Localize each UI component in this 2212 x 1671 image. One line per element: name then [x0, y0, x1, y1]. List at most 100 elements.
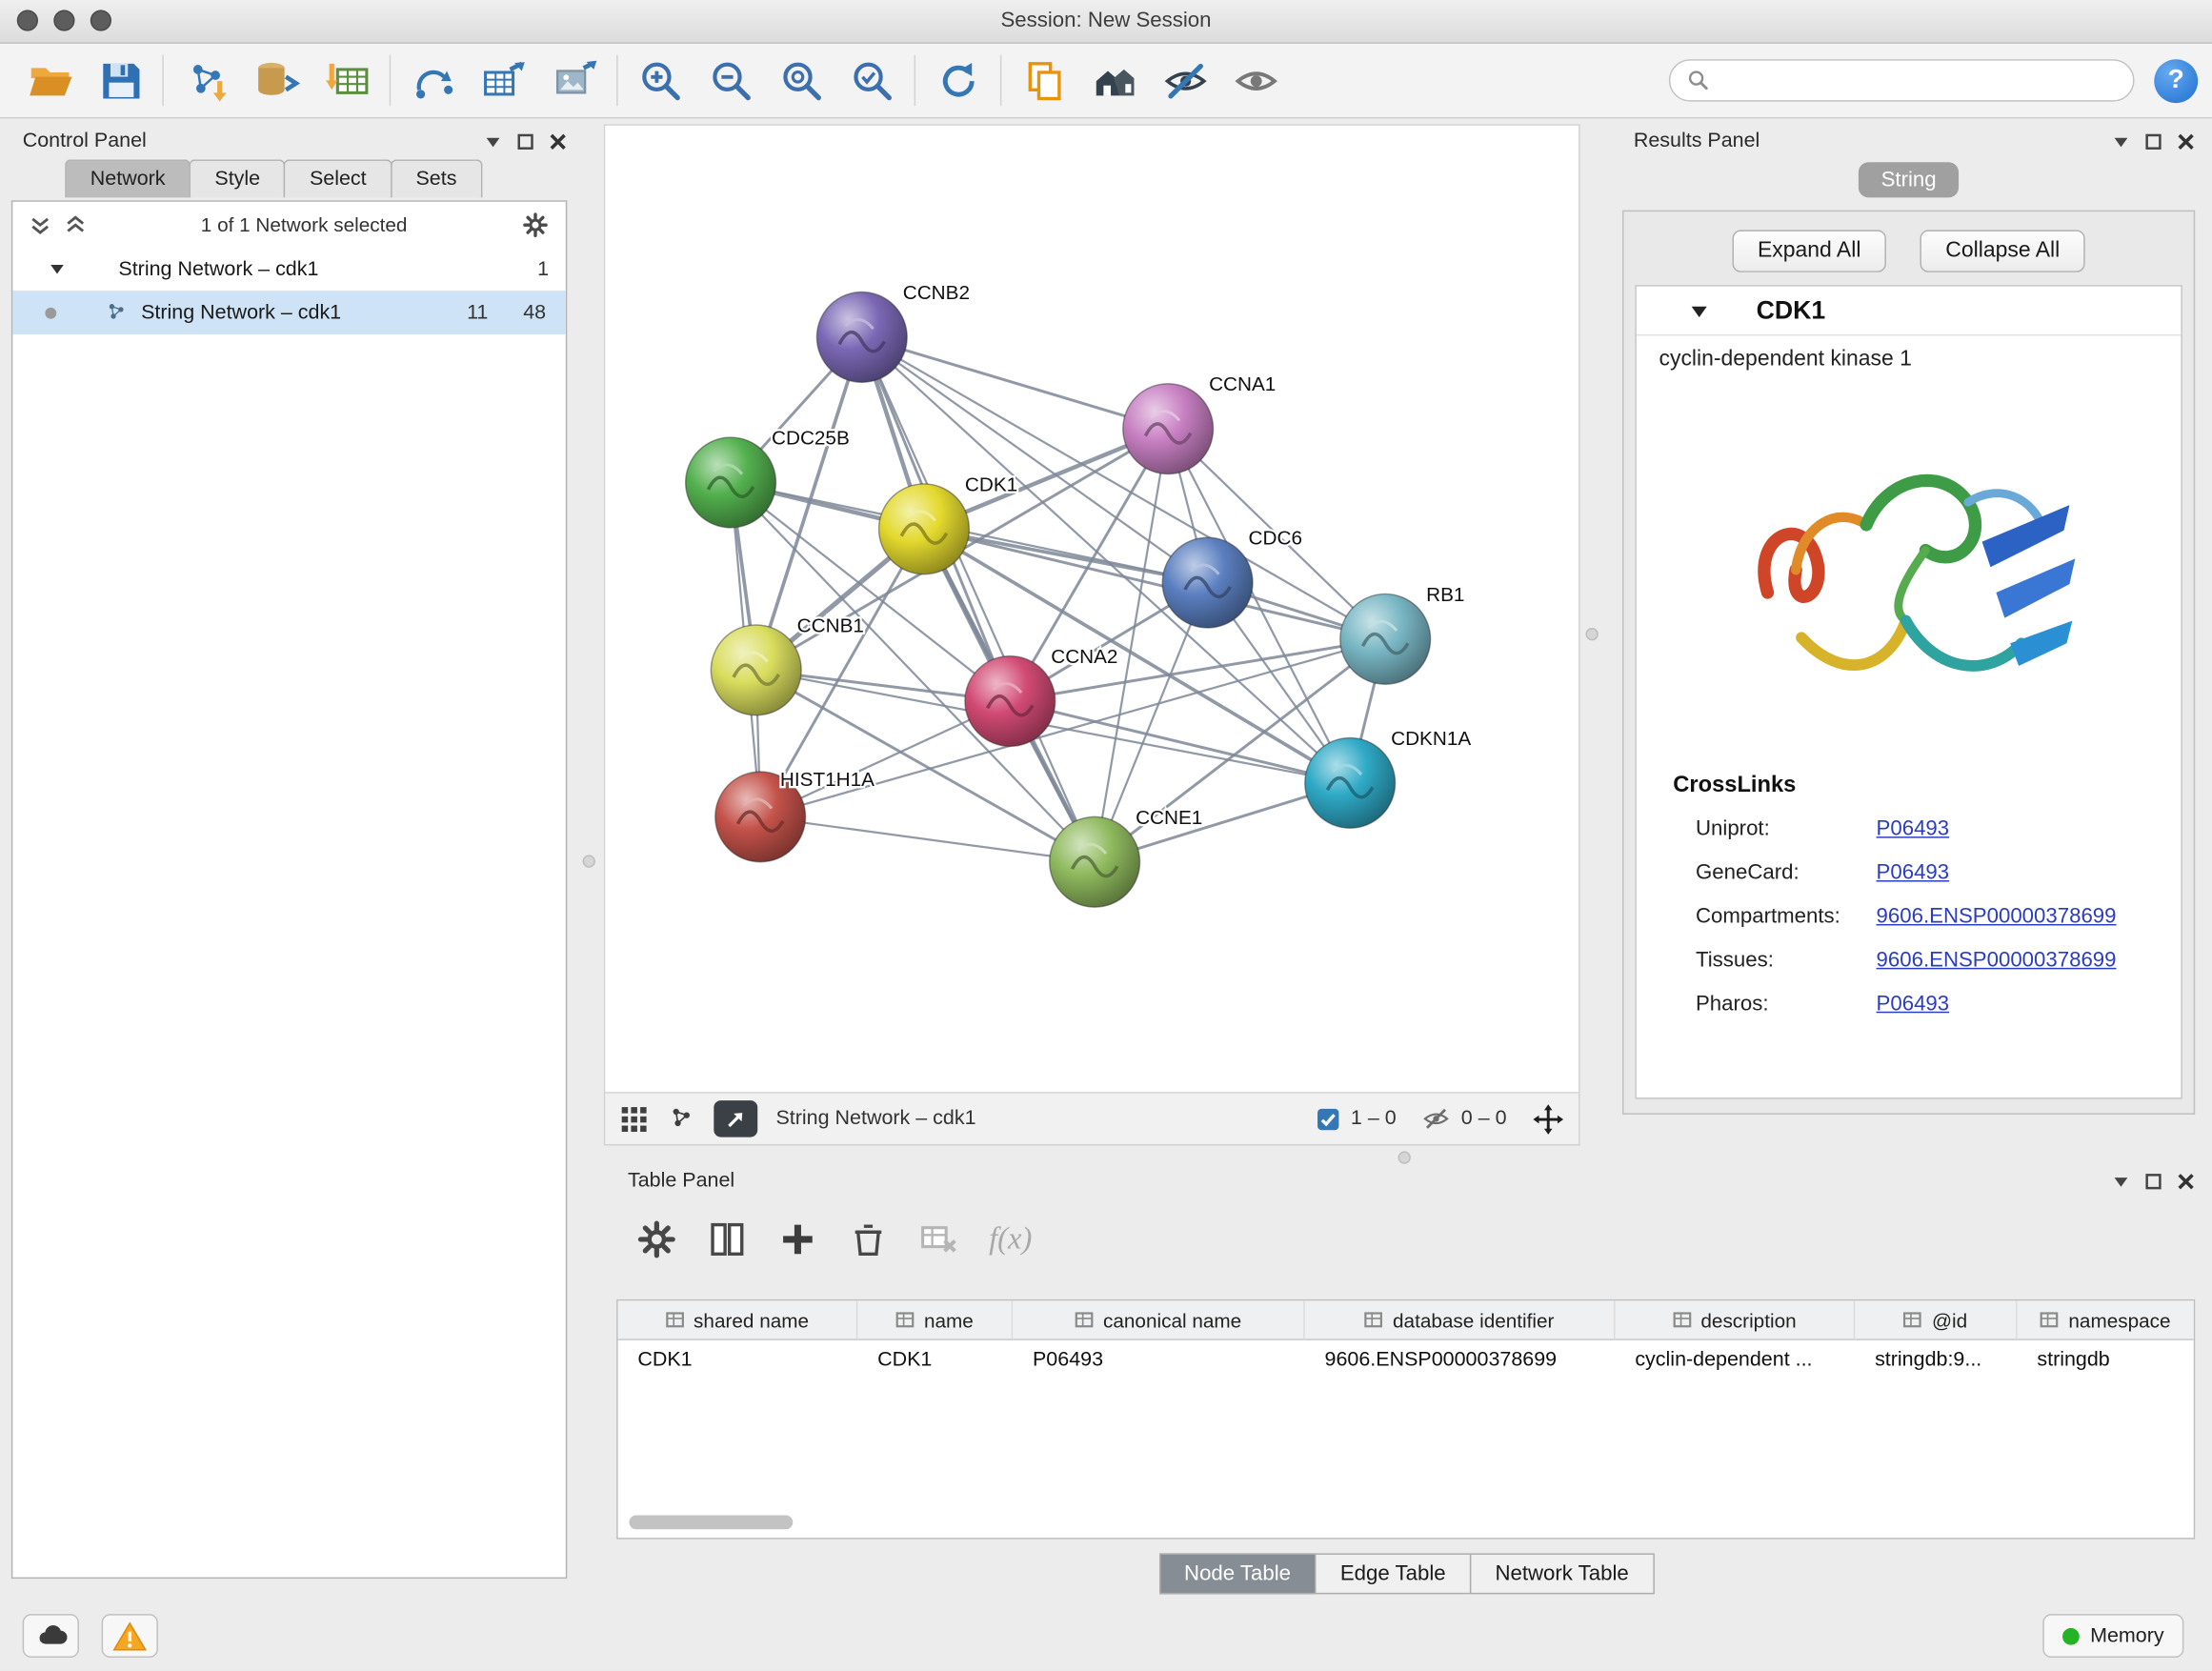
open-session-button[interactable] — [14, 50, 85, 111]
node-CDK1[interactable] — [879, 484, 970, 574]
edge-CCNE1-HIST1H1A[interactable] — [760, 816, 1095, 861]
column-header[interactable]: namespace — [2018, 1300, 2194, 1339]
panel-close-icon[interactable] — [2177, 131, 2195, 150]
section-expander-icon[interactable] — [1690, 301, 1708, 319]
grid-view-icon[interactable] — [619, 1104, 649, 1134]
expand-all-icon[interactable] — [65, 213, 86, 234]
node-CDC6[interactable] — [1162, 537, 1253, 628]
expander-icon[interactable] — [50, 261, 65, 276]
import-network-database-button[interactable] — [241, 50, 312, 111]
column-header[interactable]: shared name — [618, 1300, 858, 1339]
column-header[interactable]: name — [857, 1300, 1013, 1339]
selected-checkbox-icon[interactable] — [1316, 1107, 1339, 1131]
left-splitter-handle[interactable] — [583, 855, 595, 867]
column-header[interactable]: description — [1616, 1300, 1856, 1339]
tab-select[interactable]: Select — [284, 159, 392, 197]
toolbar-separator — [162, 55, 163, 106]
node-CCNB2[interactable] — [816, 292, 907, 383]
cell-canonical-name[interactable]: P06493 — [1013, 1340, 1305, 1379]
export-table-button[interactable] — [469, 50, 539, 111]
hidden-eye-slash-icon[interactable] — [1421, 1105, 1450, 1134]
tab-node-table[interactable]: Node Table — [1158, 1553, 1316, 1594]
network-graph[interactable]: CCNB2CCNA1CDC25BCDK1CDC6RB1CCNB1CCNA2CDK… — [605, 126, 1579, 1092]
node-CCNA2[interactable] — [965, 656, 1056, 747]
tab-network-table[interactable]: Network Table — [1470, 1553, 1655, 1594]
panel-float-icon[interactable] — [2144, 131, 2162, 150]
cell-id[interactable]: stringdb:9... — [1855, 1340, 2017, 1379]
expand-all-button[interactable]: Expand All — [1732, 230, 1886, 272]
string-home-button[interactable] — [1079, 50, 1150, 111]
cell-name[interactable]: CDK1 — [857, 1340, 1013, 1379]
memory-button[interactable]: Memory — [2042, 1614, 2184, 1658]
node-CDKN1A[interactable] — [1305, 737, 1396, 828]
birdseye-toggle-button[interactable] — [714, 1100, 757, 1137]
import-network-file-button[interactable] — [171, 50, 241, 111]
panel-collapse-icon[interactable] — [2112, 131, 2130, 150]
zoom-in-button[interactable] — [625, 50, 695, 111]
collapse-all-button[interactable]: Collapse All — [1920, 230, 2085, 272]
cell-shared-name[interactable]: CDK1 — [618, 1340, 858, 1379]
warnings-button[interactable] — [102, 1614, 158, 1658]
add-column-icon[interactable] — [777, 1218, 818, 1259]
refresh-layout-button[interactable] — [922, 50, 993, 111]
bottom-splitter-handle[interactable] — [1398, 1151, 1411, 1163]
node-CDC25B[interactable] — [686, 437, 776, 528]
crosslink-compartments-link[interactable]: 9606.ENSP00000378699 — [1877, 904, 2117, 928]
panel-collapse-icon[interactable] — [484, 131, 502, 150]
table-settings-gear-icon[interactable] — [636, 1218, 677, 1259]
import-table-button[interactable] — [312, 50, 382, 111]
network-view-icon[interactable] — [667, 1105, 695, 1134]
gear-icon[interactable] — [522, 211, 549, 237]
network-row-selected[interactable]: String Network – cdk1 11 48 — [12, 291, 565, 334]
node-CCNA1[interactable] — [1123, 384, 1214, 474]
crosslink-uniprot-link[interactable]: P06493 — [1877, 816, 1950, 840]
tab-sets[interactable]: Sets — [391, 159, 482, 197]
zoom-fit-button[interactable] — [766, 50, 836, 111]
column-header[interactable]: canonical name — [1013, 1300, 1305, 1339]
crosslink-pharos-link[interactable]: P06493 — [1877, 992, 1950, 1016]
collapse-all-icon[interactable] — [30, 213, 50, 234]
export-image-button[interactable] — [539, 50, 610, 111]
cell-description[interactable]: cyclin-dependent ... — [1616, 1340, 1856, 1379]
tab-network[interactable]: Network — [65, 159, 191, 197]
delete-column-icon[interactable] — [848, 1218, 889, 1259]
zoom-selected-button[interactable] — [836, 50, 907, 111]
panel-collapse-icon[interactable] — [2112, 1172, 2130, 1190]
panel-close-icon[interactable] — [2177, 1172, 2195, 1190]
cell-namespace[interactable]: stringdb — [2018, 1340, 2194, 1379]
help-button[interactable]: ? — [2154, 58, 2198, 102]
tab-style[interactable]: Style — [190, 159, 286, 197]
network-collection-row[interactable]: String Network – cdk1 1 — [12, 247, 565, 291]
edge-CCNA2-CDKN1A[interactable] — [1010, 701, 1350, 783]
enhanced-labels-toggle-button[interactable] — [1150, 50, 1220, 111]
show-graphics-toggle-button[interactable] — [1220, 50, 1291, 111]
column-header[interactable]: database identifier — [1305, 1300, 1616, 1339]
panel-float-icon[interactable] — [516, 131, 534, 150]
function-builder-button-disabled: f(x) — [989, 1220, 1032, 1258]
panel-close-icon[interactable] — [549, 131, 567, 150]
tab-edge-table[interactable]: Edge Table — [1315, 1553, 1471, 1594]
column-header[interactable]: @id — [1855, 1300, 2017, 1339]
crosslink-genecard-link[interactable]: P06493 — [1877, 860, 1950, 884]
crosslink-tissues-link[interactable]: 9606.ENSP00000378699 — [1877, 948, 2117, 972]
copy-document-button[interactable] — [1009, 50, 1079, 111]
pan-move-icon[interactable] — [1532, 1102, 1564, 1135]
node-CCNE1[interactable] — [1050, 816, 1140, 907]
network-view[interactable]: CCNB2CCNA1CDC25BCDK1CDC6RB1CCNB1CCNA2CDK… — [604, 124, 1580, 1093]
right-splitter-handle[interactable] — [1585, 628, 1598, 640]
panel-float-icon[interactable] — [2144, 1172, 2162, 1190]
zoom-out-button[interactable] — [695, 50, 766, 111]
save-session-button[interactable] — [85, 50, 155, 111]
tab-string[interactable]: String — [1859, 162, 1959, 197]
new-network-selection-button[interactable] — [398, 50, 469, 111]
toolbar-search-input[interactable] — [1721, 68, 2117, 93]
edge-CCNB2-CCNE1[interactable] — [862, 337, 1095, 862]
cell-database-identifier[interactable]: 9606.ENSP00000378699 — [1305, 1340, 1616, 1379]
show-columns-icon[interactable] — [707, 1218, 748, 1259]
node-RB1[interactable] — [1340, 594, 1431, 684]
edge-CCNB2-CCNA1[interactable] — [862, 337, 1168, 429]
cloud-status-button[interactable] — [23, 1614, 79, 1658]
table-row[interactable]: CDK1 CDK1 P06493 9606.ENSP00000378699 cy… — [618, 1340, 2194, 1379]
horizontal-scrollbar-thumb[interactable] — [629, 1515, 793, 1529]
node-CCNB1[interactable] — [711, 625, 801, 715]
